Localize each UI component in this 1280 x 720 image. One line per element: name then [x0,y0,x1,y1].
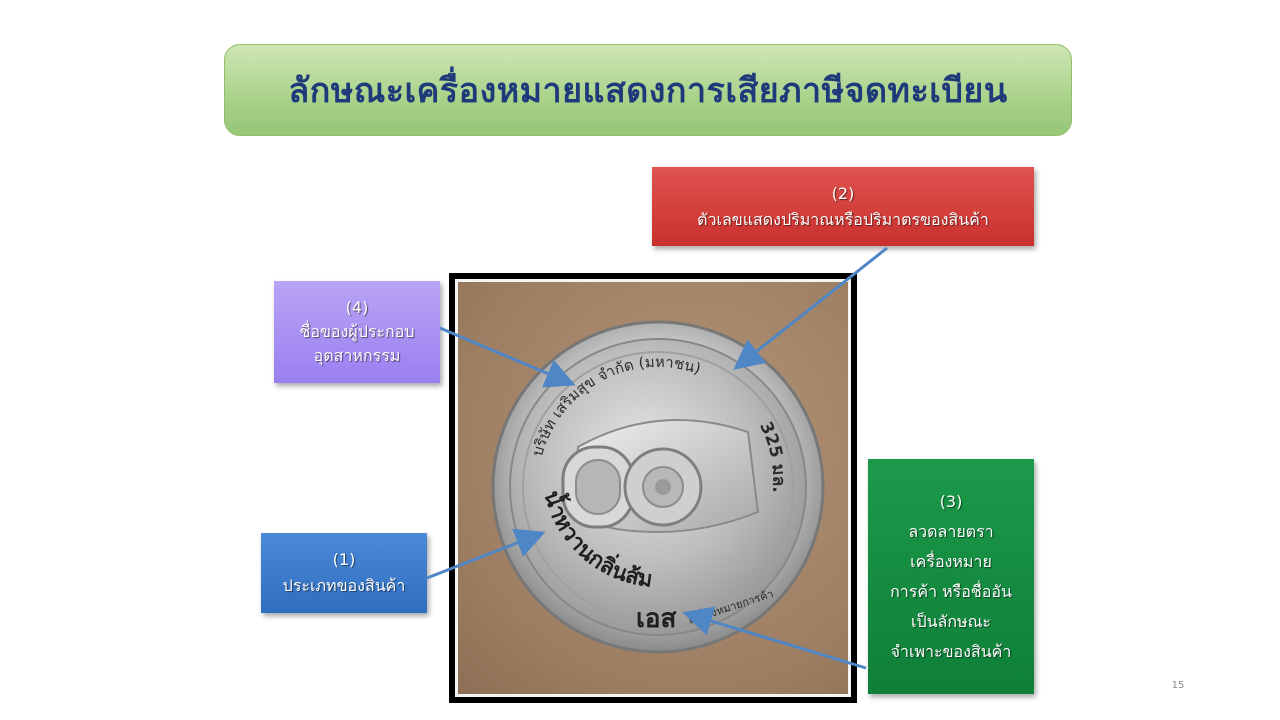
callout-4-number: (4) [345,298,369,317]
can-lid-illustration: บริษัท เสริมสุข จำกัด (มหาชน) 325 มล. น้… [491,320,825,654]
page-number: 15 [1171,680,1185,691]
callout-3-line-2: เครื่องหมาย [910,551,992,571]
callout-1-line-1: ประเภทของสินค้า [282,576,406,595]
callout-2-line-1: ตัวเลขแสดงปริมาณหรือปริมาตรของสินค้า [697,209,989,229]
callout-3-line-5: จำเพาะของสินค้า [890,641,1012,661]
callout-3-line-3: การค้า หรือชื่ออัน [890,581,1012,601]
callout-4-line-1: ชื่อของผู้ประกอบ [299,322,415,341]
callout-3-number: (3) [939,491,963,511]
title-banner: ลักษณะเครื่องหมายแสดงการเสียภาษีจดทะเบีย… [224,44,1072,136]
slide-title: ลักษณะเครื่องหมายแสดงการเสียภาษีจดทะเบีย… [288,71,1008,111]
callout-2-volume: (2) ตัวเลขแสดงปริมาณหรือปริมาตรของสินค้า [652,167,1034,246]
callout-2-number: (2) [831,183,855,203]
can-lid-photo: บริษัท เสริมสุข จำกัด (มหาชน) 325 มล. น้… [455,279,851,697]
can-brand-text: เอส [636,604,677,634]
callout-1-number: (1) [332,550,356,569]
callout-3-trademark: (3) ลวดลายตรา เครื่องหมาย การค้า หรือชื่… [868,459,1034,694]
callout-4-manufacturer: (4) ชื่อของผู้ประกอบ อุตสาหกรรม [274,281,440,383]
callout-1-product-type: (1) ประเภทของสินค้า [261,533,427,613]
callout-3-line-1: ลวดลายตรา [908,521,994,541]
callout-4-line-2: อุตสาหกรรม [313,346,401,365]
callout-3-line-4: เป็นลักษณะ [910,611,992,631]
can-photo-frame: บริษัท เสริมสุข จำกัด (มหาชน) 325 มล. น้… [449,273,857,703]
